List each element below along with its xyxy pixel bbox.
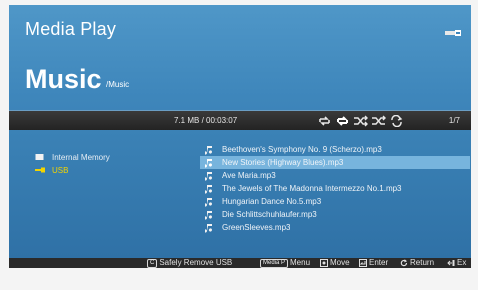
hint-remove-usb[interactable]: C Safely Remove USB bbox=[147, 258, 232, 268]
media-play-screen: Media Play Music /Music 7.1 MB / 00:03:0… bbox=[9, 5, 471, 268]
source-internal-memory[interactable]: Internal Memory bbox=[35, 151, 110, 163]
file-label: Hungarian Dance No.5.mp3 bbox=[222, 197, 322, 206]
memory-card-icon bbox=[35, 154, 44, 160]
file-list: Beethoven's Symphony No. 9 (Scherzo).mp3… bbox=[200, 143, 470, 234]
source-label: USB bbox=[52, 165, 69, 175]
hint-label: Ex bbox=[457, 258, 467, 267]
music-note-icon bbox=[205, 158, 212, 167]
music-note-icon bbox=[205, 171, 212, 180]
file-item[interactable]: GreenSleeves.mp3 bbox=[200, 221, 468, 234]
file-label: Ave Maria.mp3 bbox=[222, 171, 276, 180]
key-c-icon: C bbox=[147, 258, 158, 268]
file-label: GreenSleeves.mp3 bbox=[222, 223, 291, 232]
file-label: New Stories (Highway Blues).mp3 bbox=[222, 158, 344, 167]
return-icon bbox=[400, 259, 408, 267]
browser-panel: Internal Memory USB Beethoven's Symphony… bbox=[9, 130, 471, 258]
app-title: Media Play bbox=[25, 19, 117, 39]
enter-key-icon bbox=[359, 259, 367, 267]
section-title: Music bbox=[25, 64, 102, 94]
media-p-key-icon: Media P bbox=[260, 258, 289, 268]
usb-icon bbox=[445, 30, 461, 36]
source-usb[interactable]: USB bbox=[35, 164, 68, 176]
hint-menu[interactable]: Media P Menu bbox=[260, 258, 310, 268]
playback-mode-icons bbox=[317, 115, 404, 127]
shuffle-icon[interactable] bbox=[353, 115, 368, 127]
folder-path: /Music bbox=[106, 80, 130, 89]
status-bar: 7.1 MB / 00:03:07 1/7 bbox=[9, 110, 471, 130]
hint-label: Return bbox=[410, 258, 435, 267]
file-label: Beethoven's Symphony No. 9 (Scherzo).mp3 bbox=[222, 145, 382, 154]
file-item[interactable]: Beethoven's Symphony No. 9 (Scherzo).mp3 bbox=[200, 143, 468, 156]
music-note-icon bbox=[205, 145, 212, 154]
usb-icon bbox=[35, 167, 45, 173]
hint-exit[interactable]: Ex bbox=[447, 258, 466, 268]
shuffle-repeat-icon[interactable] bbox=[371, 115, 386, 127]
file-label: The Jewels of The Madonna Intermezzo No.… bbox=[222, 184, 402, 193]
music-note-icon bbox=[205, 223, 212, 232]
hint-return[interactable]: Return bbox=[400, 258, 434, 268]
file-item[interactable]: Hungarian Dance No.5.mp3 bbox=[200, 195, 468, 208]
repeat-all-icon[interactable] bbox=[317, 115, 332, 127]
source-label: Internal Memory bbox=[52, 152, 110, 162]
dpad-icon bbox=[320, 259, 328, 267]
hint-move[interactable]: Move bbox=[320, 258, 350, 268]
file-size-duration: 7.1 MB / 00:03:07 bbox=[174, 116, 238, 125]
file-item-selected[interactable]: New Stories (Highway Blues).mp3 bbox=[200, 156, 470, 169]
file-label: Die Schlittschuhlaufer.mp3 bbox=[222, 210, 317, 219]
repeat-icon[interactable] bbox=[389, 115, 404, 127]
repeat-one-icon[interactable] bbox=[335, 115, 350, 127]
page-indicator: 1/7 bbox=[448, 116, 460, 125]
file-item[interactable]: The Jewels of The Madonna Intermezzo No.… bbox=[200, 182, 468, 195]
music-note-icon bbox=[205, 197, 212, 206]
hint-label: Move bbox=[330, 258, 350, 267]
hint-label: Menu bbox=[290, 258, 311, 267]
file-item[interactable]: Ave Maria.mp3 bbox=[200, 169, 468, 182]
music-note-icon bbox=[205, 210, 212, 219]
file-item[interactable]: Die Schlittschuhlaufer.mp3 bbox=[200, 208, 468, 221]
hint-enter[interactable]: Enter bbox=[359, 258, 388, 268]
exit-icon bbox=[447, 260, 455, 266]
music-note-icon bbox=[205, 184, 212, 193]
hint-bar: C Safely Remove USB Media P Menu Move En… bbox=[9, 258, 471, 268]
hint-label: Safely Remove USB bbox=[159, 258, 233, 267]
hint-label: Enter bbox=[369, 258, 389, 267]
